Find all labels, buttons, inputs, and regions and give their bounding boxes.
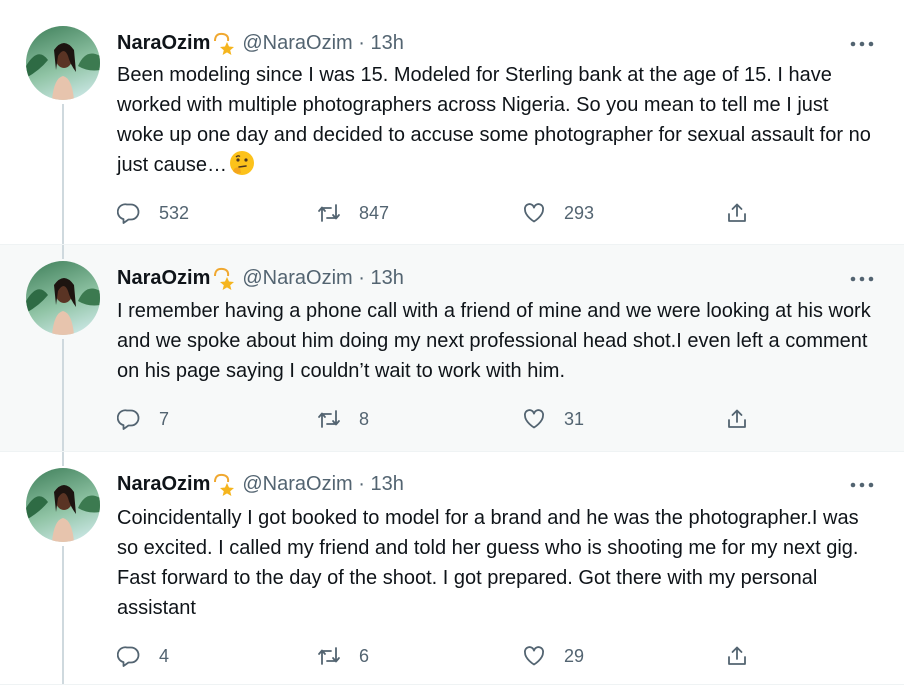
timestamp[interactable]: 13h (370, 32, 403, 54)
heart-icon (523, 203, 545, 223)
thread-line (62, 546, 64, 684)
tweet-actions: 7 8 31 (117, 405, 757, 433)
thinking-face-icon (229, 150, 255, 176)
tweet-text-body: I remember having a phone call with a fr… (117, 300, 871, 382)
timestamp[interactable]: 13h (370, 267, 403, 289)
tweet-text: Coincidentally I got booked to model for… (117, 503, 877, 623)
separator-dot: · (358, 32, 365, 54)
more-options-icon[interactable] (848, 34, 876, 54)
avatar-photo (26, 485, 100, 542)
share-button[interactable] (725, 199, 749, 227)
retweet-button[interactable]: 8 (317, 405, 369, 433)
reply-button[interactable]: 4 (117, 642, 169, 670)
tweet-text: I remember having a phone call with a fr… (117, 296, 877, 386)
tweet-header: NaraOzim @NaraOzim · 13h (117, 266, 404, 292)
thread-line (62, 339, 64, 451)
user-handle[interactable]: @NaraOzim (242, 32, 352, 54)
tweet[interactable]: NaraOzim @NaraOzim · 13h Been modeling si… (0, 0, 904, 245)
avatar-photo (26, 43, 100, 100)
user-handle[interactable]: @NaraOzim (242, 267, 352, 289)
thread-line (62, 452, 64, 466)
reply-icon (117, 409, 140, 430)
display-name[interactable]: NaraOzim (117, 267, 210, 289)
reply-icon (117, 646, 140, 667)
separator-dot: · (358, 267, 365, 289)
retweet-icon (318, 410, 340, 428)
reply-count: 532 (159, 202, 190, 223)
dizzy-star-icon (212, 266, 236, 290)
reply-count: 7 (159, 408, 170, 429)
avatar-photo (26, 278, 100, 335)
thread-line (62, 245, 64, 259)
reply-button[interactable]: 532 (117, 199, 189, 227)
tweet-header: NaraOzim @NaraOzim · 13h (117, 472, 404, 498)
retweet-icon (318, 204, 340, 222)
share-icon (728, 646, 746, 665)
reply-icon (117, 203, 140, 224)
separator-dot: · (358, 473, 365, 495)
tweet[interactable]: NaraOzim @NaraOzim · 13h Coincidentally I… (0, 452, 904, 685)
more-options-icon[interactable] (848, 269, 876, 289)
retweet-button[interactable]: 847 (317, 199, 389, 227)
user-handle[interactable]: @NaraOzim (242, 473, 352, 495)
retweet-count: 8 (359, 408, 370, 429)
thread-line (62, 104, 64, 244)
display-name[interactable]: NaraOzim (117, 473, 210, 495)
tweet-text: Been modeling since I was 15. Modeled fo… (117, 60, 877, 180)
tweet-actions: 532 847 293 (117, 199, 757, 227)
timestamp[interactable]: 13h (370, 473, 403, 495)
like-count: 31 (564, 408, 585, 429)
retweet-count: 847 (359, 202, 390, 223)
tweet-actions: 4 6 29 (117, 642, 757, 670)
tweet-text-body: Coincidentally I got booked to model for… (117, 507, 859, 619)
reply-button[interactable]: 7 (117, 405, 169, 433)
share-button[interactable] (725, 405, 749, 433)
like-button[interactable]: 31 (522, 405, 584, 433)
like-button[interactable]: 293 (522, 199, 594, 227)
share-button[interactable] (725, 642, 749, 670)
share-icon (728, 409, 746, 428)
like-button[interactable]: 29 (522, 642, 584, 670)
avatar[interactable] (26, 261, 100, 335)
retweet-button[interactable]: 6 (317, 642, 369, 670)
heart-icon (523, 409, 545, 429)
dizzy-star-icon (212, 31, 236, 55)
tweet-header: NaraOzim @NaraOzim · 13h (117, 31, 404, 57)
reply-count: 4 (159, 645, 170, 666)
share-icon (728, 203, 746, 222)
dizzy-star-icon (212, 472, 236, 496)
retweet-count: 6 (359, 645, 370, 666)
tweet[interactable]: NaraOzim @NaraOzim · 13h I remember havin… (0, 245, 904, 452)
like-count: 293 (564, 202, 595, 223)
display-name[interactable]: NaraOzim (117, 32, 210, 54)
more-options-icon[interactable] (848, 475, 876, 495)
avatar[interactable] (26, 468, 100, 542)
heart-icon (523, 646, 545, 666)
retweet-icon (318, 647, 340, 665)
like-count: 29 (564, 645, 585, 666)
avatar[interactable] (26, 26, 100, 100)
